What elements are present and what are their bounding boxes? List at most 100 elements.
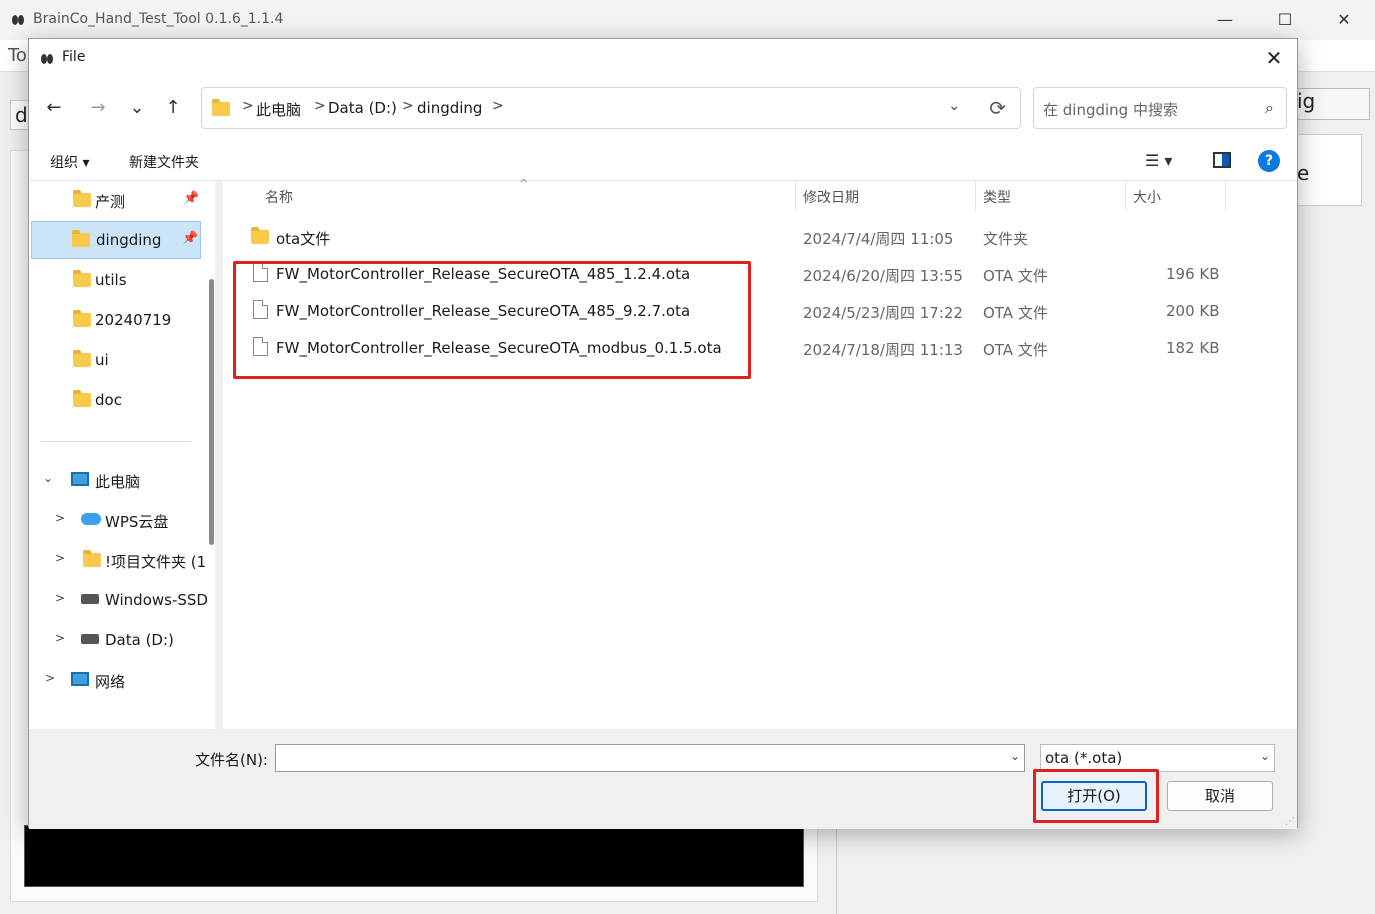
sort-ascending-icon: ^ <box>519 177 529 190</box>
app-logo-icon <box>12 15 24 25</box>
nav-item-label: 此电脑 <box>95 473 141 491</box>
background-console <box>24 825 804 887</box>
annotation-highlight-files <box>233 261 751 379</box>
folder-icon <box>72 230 90 247</box>
folder-icon <box>73 190 91 207</box>
nav-pane-scrollbar[interactable] <box>209 279 214 545</box>
nav-item-label: 20240719 <box>95 311 172 329</box>
help-icon[interactable]: ? <box>1258 150 1280 172</box>
nav-item-label: Windows-SSD <box>105 591 208 609</box>
chevron-right-icon[interactable]: > <box>45 671 55 685</box>
resize-grip-icon[interactable]: ⋰ <box>1285 816 1295 827</box>
computer-icon <box>71 472 89 486</box>
address-bar[interactable]: > 此电脑 > Data (D:) > dingding > ⌄ ⟳ <box>201 87 1021 129</box>
nav-item-dingding[interactable]: dingding 📌 <box>31 221 201 259</box>
minimize-button[interactable]: — <box>1213 8 1237 32</box>
forward-arrow-icon[interactable]: → <box>85 95 111 121</box>
nav-item-project-folder[interactable]: > !项目文件夹 (1 <box>29 541 211 579</box>
column-separator[interactable] <box>795 181 796 211</box>
file-list: ^ 名称 修改日期 类型 大小 ota文件 2024/7/4/周四 11:05 … <box>223 177 1297 729</box>
chevron-down-icon[interactable]: ⌄ <box>1260 749 1270 763</box>
breadcrumb-this-pc[interactable]: 此电脑 <box>256 99 301 120</box>
nav-item-this-pc[interactable]: ⌄ 此电脑 <box>29 461 211 499</box>
file-type: 文件夹 <box>983 230 1029 248</box>
preview-pane-icon[interactable] <box>1213 152 1231 168</box>
breadcrumb-separator: > <box>492 98 504 114</box>
app-logo-icon <box>41 54 53 64</box>
chevron-down-icon[interactable]: ⌄ <box>1010 749 1020 763</box>
file-type: OTA 文件 <box>983 341 1048 359</box>
file-row-ota-folder[interactable]: ota文件 2024/7/4/周四 11:05 文件夹 <box>223 219 1297 256</box>
dialog-title: File <box>62 49 86 65</box>
file-modified: 2024/6/20/周四 13:55 <box>803 267 963 285</box>
chevron-right-icon[interactable]: > <box>55 631 65 645</box>
column-separator[interactable] <box>975 181 976 211</box>
nav-divider <box>41 441 191 442</box>
breadcrumb-dingding[interactable]: dingding <box>417 99 482 117</box>
file-size: 182 KB <box>1166 339 1220 357</box>
folder-icon <box>83 550 101 567</box>
refresh-icon[interactable]: ⟳ <box>989 96 1006 120</box>
navigation-pane: 产测 📌 dingding 📌 utils 20240719 ui doc ⌄ <box>29 181 211 729</box>
nav-item-20240719[interactable]: 20240719 <box>29 301 211 339</box>
dialog-close-button[interactable]: ✕ <box>1261 45 1287 71</box>
column-header-type[interactable]: 类型 <box>983 187 1011 217</box>
folder-icon <box>212 99 232 116</box>
filetype-select[interactable]: ota (*.ota) ⌄ <box>1040 744 1275 772</box>
column-header-size[interactable]: 大小 <box>1133 187 1161 217</box>
file-type: OTA 文件 <box>983 304 1048 322</box>
folder-icon <box>251 227 269 244</box>
nav-item-label: utils <box>95 271 127 289</box>
nav-item-network[interactable]: > 网络 <box>29 661 211 699</box>
maximize-button[interactable]: ☐ <box>1273 8 1297 32</box>
address-dropdown-icon[interactable]: ⌄ <box>948 98 960 114</box>
new-folder-button[interactable]: 新建文件夹 <box>129 152 199 172</box>
file-name: ota文件 <box>276 230 331 248</box>
search-icon[interactable]: ⌕ <box>1265 98 1274 118</box>
nav-item-doc[interactable]: doc <box>29 381 211 419</box>
search-placeholder: 在 dingding 中搜索 <box>1043 101 1178 119</box>
background-tab[interactable]: ig <box>1290 88 1370 120</box>
cancel-button[interactable]: 取消 <box>1167 781 1273 811</box>
folder-icon <box>73 270 91 287</box>
view-options-icon[interactable]: ☰ ▾ <box>1145 151 1172 170</box>
chevron-down-icon[interactable]: ⌄ <box>43 471 53 485</box>
up-arrow-icon[interactable]: ↑ <box>160 95 186 121</box>
nav-item-utils[interactable]: utils <box>29 261 211 299</box>
background-titlebar: BrainCo_Hand_Test_Tool 0.1.6_1.1.4 — ☐ ✕ <box>0 0 1375 40</box>
nav-item-label: 网络 <box>95 673 126 691</box>
nav-item-wps-cloud[interactable]: > WPS云盘 <box>29 501 211 539</box>
column-separator[interactable] <box>1225 181 1226 211</box>
file-open-dialog: File ✕ ← → ⌄ ↑ > 此电脑 > Data (D:) > dingd… <box>28 38 1298 829</box>
file-modified: 2024/7/18/周四 11:13 <box>803 341 963 359</box>
search-box[interactable]: 在 dingding 中搜索 ⌕ <box>1033 87 1287 129</box>
command-toolbar: 组织 ▾ 新建文件夹 ☰ ▾ ? <box>29 139 1297 181</box>
cloud-icon <box>81 513 101 525</box>
drive-icon <box>81 594 99 604</box>
breadcrumb-data-drive[interactable]: Data (D:) <box>328 99 397 117</box>
nav-item-data-drive[interactable]: > Data (D:) <box>29 621 211 659</box>
column-header-name[interactable]: 名称 <box>265 187 293 217</box>
chevron-right-icon[interactable]: > <box>55 591 65 605</box>
organize-button[interactable]: 组织 ▾ <box>50 152 89 172</box>
back-arrow-icon[interactable]: ← <box>41 95 67 121</box>
nav-item-label: ui <box>95 351 109 369</box>
dialog-footer: 文件名(N): ⌄ ota (*.ota) ⌄ 打开(O) 取消 ⋰ <box>29 729 1297 829</box>
filename-input[interactable]: ⌄ <box>275 744 1025 772</box>
breadcrumb-separator: > <box>402 98 414 114</box>
nav-item-label: WPS云盘 <box>105 513 169 531</box>
background-menu-item[interactable]: To <box>8 45 27 66</box>
file-type: OTA 文件 <box>983 267 1048 285</box>
network-icon <box>71 672 89 686</box>
recent-locations-icon[interactable]: ⌄ <box>124 95 150 121</box>
nav-item-ui[interactable]: ui <box>29 341 211 379</box>
pane-splitter[interactable] <box>215 181 223 729</box>
annotation-highlight-open <box>1033 769 1159 823</box>
chevron-right-icon[interactable]: > <box>55 551 65 565</box>
background-close-button[interactable]: ✕ <box>1332 8 1356 32</box>
column-separator[interactable] <box>1125 181 1126 211</box>
nav-item-chance[interactable]: 产测 📌 <box>29 181 211 219</box>
column-header-modified[interactable]: 修改日期 <box>803 187 859 217</box>
nav-item-windows-ssd[interactable]: > Windows-SSD <box>29 581 211 619</box>
chevron-right-icon[interactable]: > <box>55 511 65 525</box>
